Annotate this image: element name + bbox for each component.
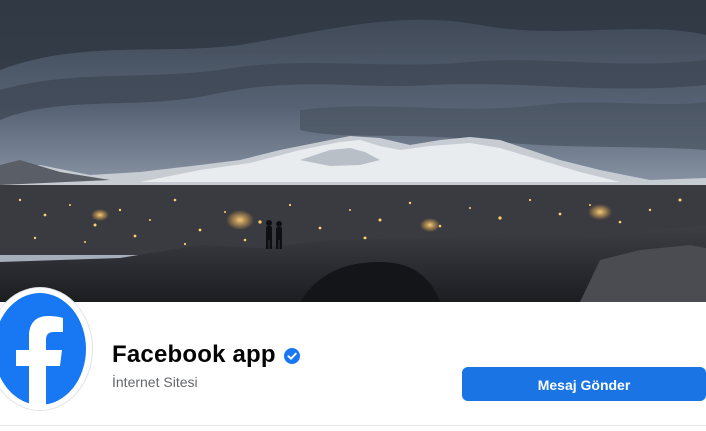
page-category[interactable]: İnternet Sitesi — [112, 373, 198, 391]
verified-check-icon — [283, 348, 300, 364]
facebook-page-header: Facebook app İnternet Sitesi Mesaj Gönde… — [0, 0, 706, 431]
page-title: Facebook app — [112, 340, 300, 370]
cover-photo[interactable] — [0, 0, 706, 302]
divider — [0, 425, 706, 426]
send-message-button[interactable]: Mesaj Gönder — [462, 367, 706, 401]
page-name-text[interactable]: Facebook app — [112, 340, 276, 370]
cover-photo-scene — [0, 0, 706, 302]
